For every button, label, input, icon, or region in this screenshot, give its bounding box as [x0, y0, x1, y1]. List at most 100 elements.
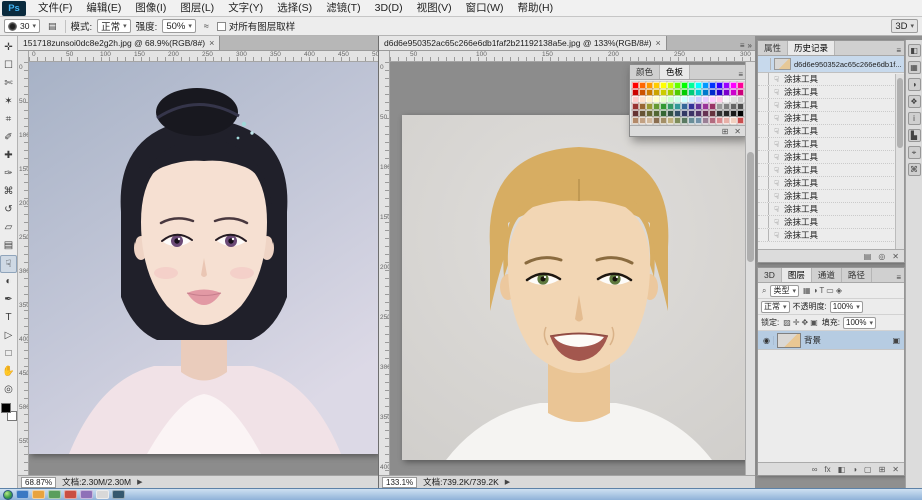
color-swatch[interactable]	[667, 89, 674, 96]
color-swatch[interactable]	[702, 96, 709, 103]
color-swatch[interactable]	[730, 117, 737, 124]
color-swatch[interactable]	[639, 89, 646, 96]
move-tool-icon[interactable]: ✛	[0, 39, 17, 57]
swatches-panel-tab[interactable]: 色板	[660, 65, 690, 79]
color-swatch[interactable]	[716, 117, 723, 124]
dodge-tool-icon[interactable]: ◐	[0, 273, 17, 291]
panel-menu-icon[interactable]: ≡	[893, 46, 904, 55]
color-swatch[interactable]	[716, 96, 723, 103]
adjustments-panel-icon[interactable]: ◑	[908, 78, 921, 91]
history-state[interactable]: ☟涂抹工具	[758, 177, 904, 190]
color-swatch[interactable]	[709, 96, 716, 103]
color-swatch[interactable]	[674, 117, 681, 124]
lock-transparent-pixels-icon[interactable]: ▨	[782, 318, 792, 327]
menu-item[interactable]: 选择(S)	[270, 0, 319, 17]
color-swatch[interactable]	[695, 117, 702, 124]
color-swatch[interactable]	[674, 110, 681, 117]
color-swatch[interactable]	[695, 110, 702, 117]
color-swatch[interactable]	[674, 103, 681, 110]
menu-item[interactable]: 视图(V)	[410, 0, 459, 17]
blend-mode-select[interactable]: 正常 ▾	[761, 301, 790, 313]
color-swatch[interactable]	[667, 96, 674, 103]
color-swatch[interactable]	[639, 96, 646, 103]
path-selection-tool-icon[interactable]: ▷	[0, 327, 17, 345]
filter-smart-objects-icon[interactable]: ◈	[835, 286, 843, 295]
color-swatch[interactable]	[737, 117, 744, 124]
document-tab[interactable]: d6d6e950352ac65c266e6db1faf2b21192138a5e…	[379, 35, 667, 50]
color-swatch[interactable]	[667, 117, 674, 124]
color-swatch[interactable]	[702, 103, 709, 110]
swatches-panel-icon[interactable]: ▦	[908, 61, 921, 74]
color-swatch[interactable]	[653, 103, 660, 110]
menu-item[interactable]: 3D(D)	[368, 0, 410, 17]
menu-item[interactable]: 编辑(E)	[79, 0, 128, 17]
color-swatch[interactable]	[646, 96, 653, 103]
layers-panel-tab[interactable]: 3D	[758, 268, 782, 282]
gradient-tool-icon[interactable]: ▤	[0, 237, 17, 255]
lasso-tool-icon[interactable]: ✄	[0, 75, 17, 93]
history-brush-source-box[interactable]	[758, 151, 769, 163]
color-swatch[interactable]	[667, 103, 674, 110]
scrollbar-thumb[interactable]	[747, 152, 754, 262]
color-swatch[interactable]	[709, 82, 716, 89]
taskbar-app-icon[interactable]	[32, 490, 45, 499]
filter-type-select[interactable]: 类型 ▾	[770, 285, 799, 297]
type-tool-icon[interactable]: T	[0, 309, 17, 327]
panel-menu-icon[interactable]: ≡	[735, 70, 745, 79]
color-swatch[interactable]	[688, 96, 695, 103]
color-swatch[interactable]	[632, 117, 639, 124]
history-state[interactable]: ☟涂抹工具	[758, 86, 904, 99]
zoom-tool-icon[interactable]: ◎	[0, 381, 17, 399]
history-brush-source-box[interactable]	[758, 190, 769, 202]
toggle-brush-panel-icon[interactable]: ▤	[45, 20, 60, 33]
color-swatch[interactable]	[632, 82, 639, 89]
color-swatch[interactable]	[688, 103, 695, 110]
new-snapshot-icon[interactable]: ◎	[877, 252, 886, 261]
photoshop-logo-icon[interactable]: Ps	[2, 1, 26, 16]
color-swatch[interactable]	[695, 103, 702, 110]
status-arrow-icon[interactable]: ▶	[505, 478, 510, 486]
horizontal-ruler[interactable]: 50100150200250300	[390, 51, 755, 61]
color-swatch[interactable]	[632, 96, 639, 103]
zoom-level-field[interactable]: 68.87%	[21, 477, 56, 488]
color-swatch[interactable]	[632, 110, 639, 117]
vertical-ruler[interactable]: 050100150200250300350400	[379, 62, 390, 475]
history-state[interactable]: ☟涂抹工具	[758, 138, 904, 151]
color-swatch[interactable]	[660, 117, 667, 124]
color-swatch[interactable]	[709, 117, 716, 124]
color-swatch[interactable]	[653, 82, 660, 89]
styles-panel-icon[interactable]: ❖	[908, 95, 921, 108]
color-swatch[interactable]	[653, 96, 660, 103]
color-swatch[interactable]	[730, 96, 737, 103]
close-icon[interactable]: ×	[209, 38, 214, 48]
document-tab[interactable]: 151718zunsoi0dc8e2g2h.jpg @ 68.9%(RGB/8#…	[18, 35, 220, 50]
canvas-image-right[interactable]	[402, 115, 745, 460]
history-brush-source-box[interactable]	[758, 164, 769, 176]
filter-pixel-layers-icon[interactable]: ▦	[802, 286, 812, 295]
color-swatch[interactable]	[702, 117, 709, 124]
clone-source-panel-icon[interactable]: ⌘	[908, 163, 921, 176]
color-swatch[interactable]	[709, 89, 716, 96]
healing-brush-tool-icon[interactable]: ✚	[0, 147, 17, 165]
history-brush-source-box[interactable]	[758, 73, 769, 85]
menu-item[interactable]: 图像(I)	[128, 0, 173, 17]
navigator-panel-icon[interactable]: ⌖	[908, 146, 921, 159]
history-brush-source-box[interactable]	[758, 216, 769, 228]
info-panel-icon[interactable]: i	[908, 112, 921, 125]
history-brush-source-box[interactable]	[758, 203, 769, 215]
brush-preset-picker[interactable]: 30 ▾	[4, 19, 40, 33]
layer-effects-icon[interactable]: fx	[823, 465, 831, 474]
quick-selection-tool-icon[interactable]: ✶	[0, 93, 17, 111]
color-swatch[interactable]	[639, 110, 646, 117]
layer-mask-icon[interactable]: ◧	[837, 465, 847, 474]
delete-state-icon[interactable]: ✕	[891, 252, 900, 261]
color-swatch[interactable]	[723, 89, 730, 96]
color-swatch[interactable]	[667, 110, 674, 117]
color-swatch[interactable]	[723, 103, 730, 110]
history-state[interactable]: ☟涂抹工具	[758, 229, 904, 242]
zoom-level-field[interactable]: 133.1%	[382, 477, 417, 488]
horizontal-ruler[interactable]: 050100150200250300350400450500	[29, 51, 378, 61]
history-state[interactable]: ☟涂抹工具	[758, 216, 904, 229]
color-swatch[interactable]	[681, 110, 688, 117]
history-state[interactable]: ☟涂抹工具	[758, 203, 904, 216]
